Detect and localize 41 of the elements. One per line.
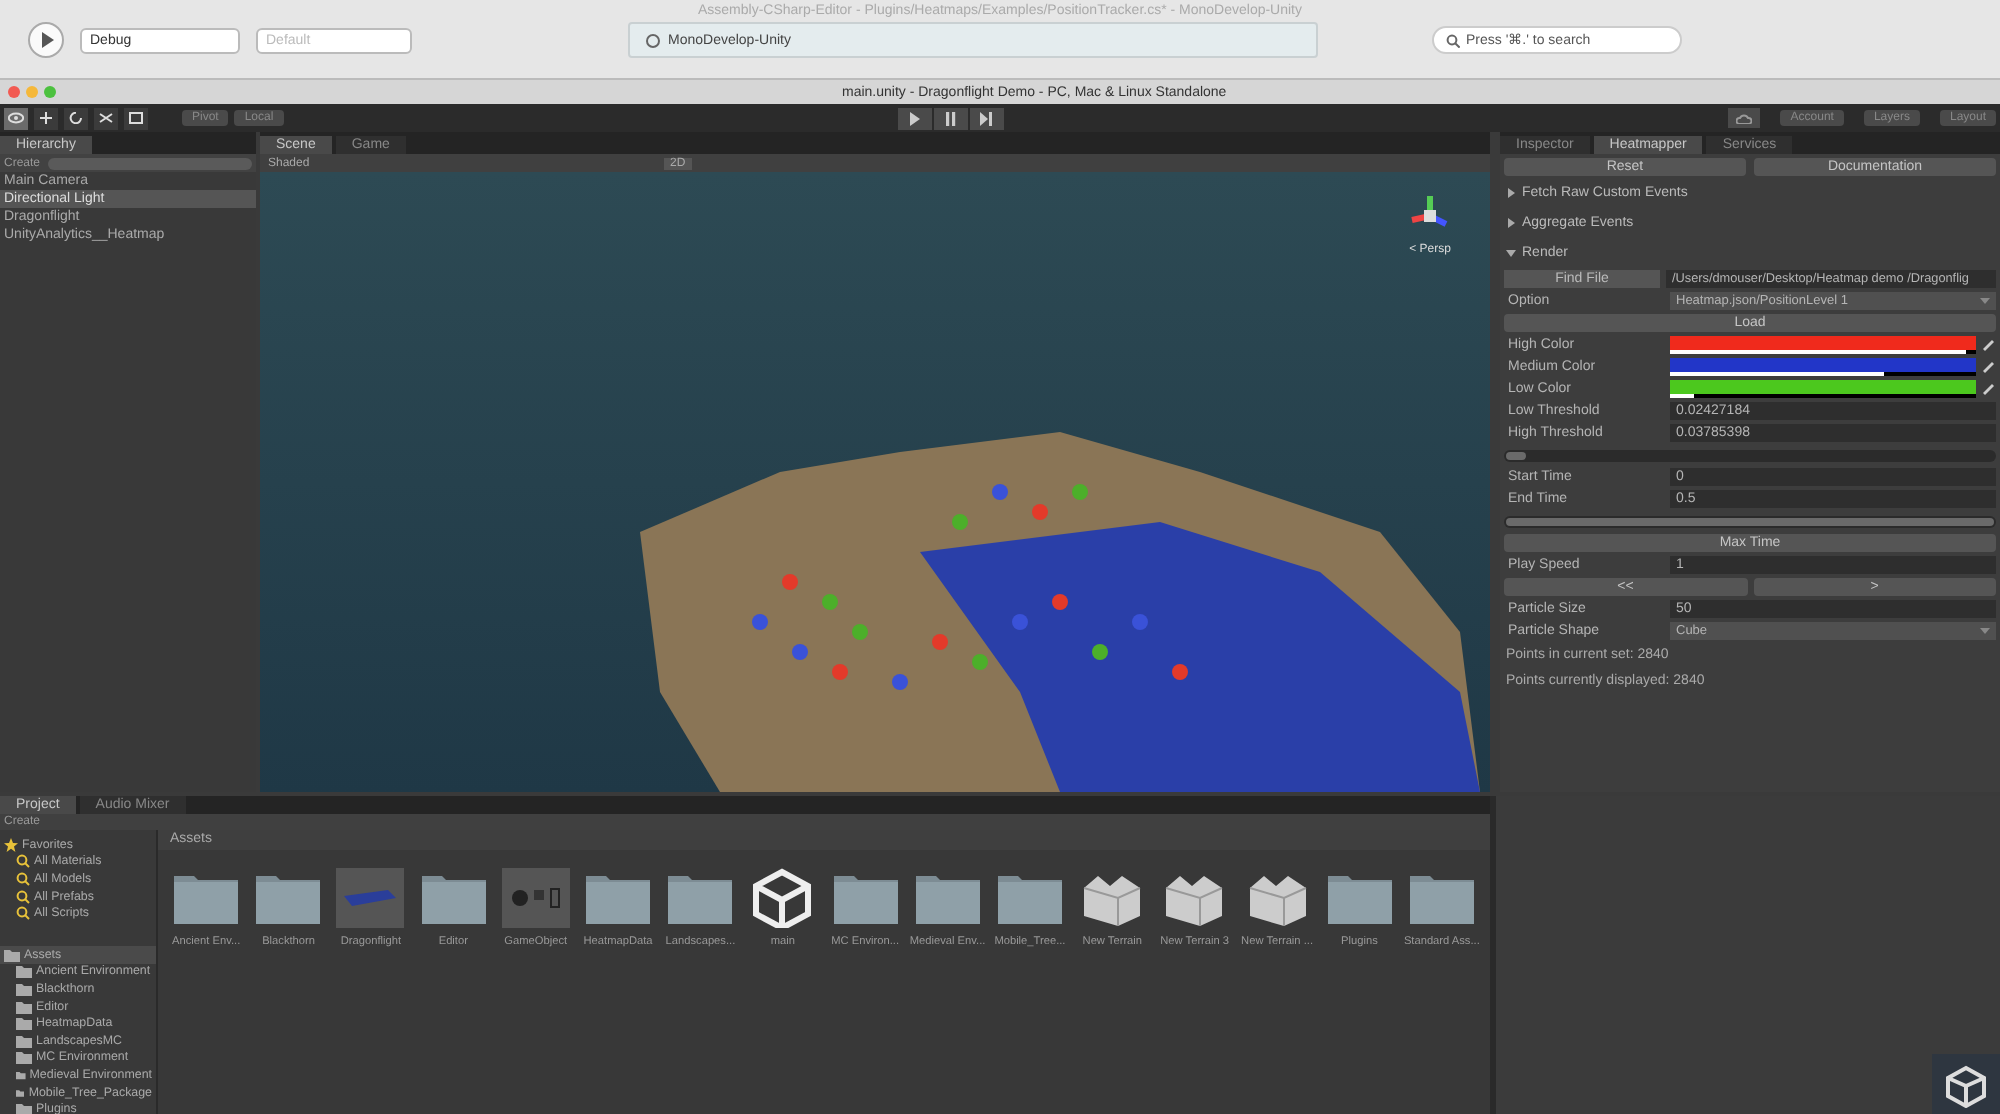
cloud-button[interactable] — [1728, 108, 1761, 128]
dropdown-arrow-icon — [1980, 296, 1990, 306]
rotate-tool-icon — [68, 112, 84, 124]
dropdown-arrow-icon — [1980, 626, 1990, 636]
info-icon — [646, 33, 660, 47]
tool-button[interactable] — [64, 107, 88, 129]
asset-thumbnail[interactable] — [336, 868, 405, 929]
play-icon — [39, 32, 53, 48]
view-tool-icon — [8, 112, 24, 124]
collapsed-arrow-icon — [1506, 218, 1516, 228]
play-button[interactable] — [897, 107, 932, 129]
scale-tool-icon — [98, 112, 114, 124]
rect-tool-icon — [128, 112, 144, 124]
color-swatch[interactable] — [1670, 336, 1976, 354]
color-swatch[interactable] — [1670, 380, 1976, 398]
cloud-icon — [1736, 113, 1753, 123]
run-button[interactable] — [28, 22, 64, 58]
step-button[interactable] — [969, 107, 1004, 129]
pause-button[interactable] — [933, 107, 968, 129]
spheres-icon — [511, 888, 560, 909]
search-field[interactable] — [48, 157, 252, 169]
cube-logo-icon — [748, 868, 817, 929]
collapsed-arrow-icon — [1506, 188, 1516, 198]
color-swatch[interactable] — [1670, 358, 1976, 376]
tool-button[interactable] — [4, 107, 28, 129]
star-icon — [4, 837, 18, 852]
search-icon — [16, 854, 30, 869]
cube-logo-icon — [1944, 1064, 1988, 1108]
search-icon — [1446, 33, 1460, 47]
pause-icon — [943, 111, 958, 125]
expanded-arrow-icon — [1506, 248, 1516, 258]
tool-button[interactable] — [34, 107, 58, 129]
slider-track[interactable] — [1504, 449, 1996, 461]
spaceship-icon — [344, 890, 397, 907]
slider-thumb[interactable] — [1506, 451, 1526, 459]
tool-button[interactable] — [124, 107, 148, 129]
move-tool-icon — [38, 112, 54, 124]
step-icon — [979, 111, 994, 125]
tool-button[interactable] — [94, 107, 118, 129]
asset-thumbnail[interactable] — [501, 868, 570, 929]
play-icon — [907, 111, 922, 125]
